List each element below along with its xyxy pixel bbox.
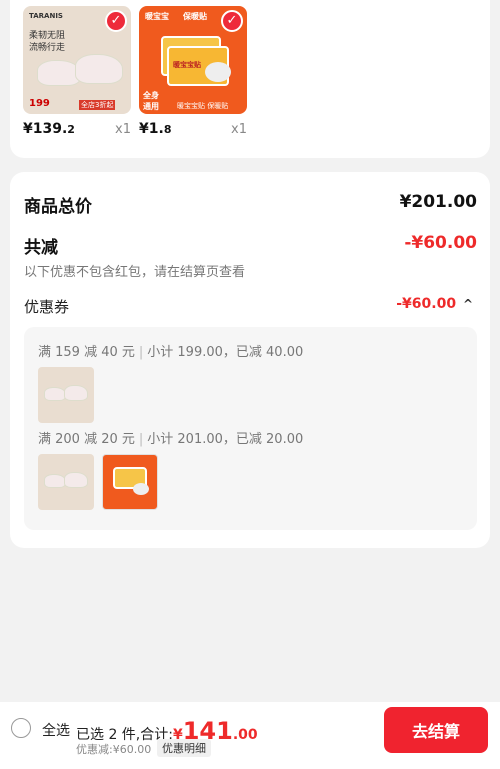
discount-label: 共减 [24, 238, 58, 258]
warmer-disc [205, 62, 231, 82]
warmer-side-1: 全身 [143, 91, 159, 100]
price-decimal: 8 [163, 123, 172, 136]
coupon-rule: 满 200 减 20 元 [38, 432, 135, 447]
coupon-detail: 小计 201.00，已减 20.00 [147, 432, 304, 447]
price-decimal: 2 [67, 123, 75, 136]
product-art-price: 199 [29, 98, 50, 109]
coupon-value: -¥60.00 [396, 296, 457, 312]
selected-check-icon[interactable]: ✓ [105, 10, 127, 32]
product-slogan-2: 流畅行走 [29, 43, 66, 53]
discount-detail-button[interactable]: 优惠明细 [157, 739, 211, 757]
coupon-rule-line: 满 159 减 40 元 | 小计 199.00，已减 40.00 [38, 345, 304, 360]
warmer-disc [133, 483, 149, 495]
coupon-detail-box: 满 159 减 40 元 | 小计 199.00，已减 40.00 满 200 减 … [24, 327, 477, 530]
price-main: ¥139. [23, 121, 68, 137]
shoe-right [64, 385, 88, 401]
coupon-rule: 满 159 减 40 元 [38, 345, 135, 360]
product-image-warmer[interactable]: 暖宝宝 保暖贴 暖宝宝贴 全身 通用 暖宝宝贴 保暖贴 ✓ [139, 6, 247, 114]
chevron-up-icon: ^ [462, 297, 473, 311]
total-price-value: ¥201.00 [399, 192, 477, 212]
total-price-label: 商品总价 [24, 197, 92, 217]
total-decimal: .00 [232, 727, 258, 743]
coupon-product-thumb [38, 367, 94, 423]
coupon-rule-line: 满 200 减 20 元 | 小计 201.00，已减 20.00 [38, 432, 304, 447]
select-all-radio[interactable] [11, 718, 31, 738]
shoe-left [44, 387, 66, 401]
warmer-bottom-tag: 暖宝宝贴 保暖贴 [177, 102, 229, 110]
brand-logo: TARANIS [29, 12, 63, 20]
coupon-product-thumb [102, 454, 158, 510]
discount-value: -¥60.00 [404, 233, 477, 253]
product-qty: x1 [115, 122, 131, 137]
warmer-tag-2: 保暖贴 [183, 12, 207, 21]
checkout-button[interactable]: 去结算 [384, 707, 488, 753]
product-qty: x1 [231, 122, 247, 137]
select-all-label[interactable]: 全选 [42, 720, 70, 740]
shoe-right [75, 54, 123, 84]
price-main: ¥1. [139, 121, 164, 137]
shoe-right [64, 472, 88, 488]
product-price: ¥139.2 [23, 121, 75, 137]
product-price: ¥1.8 [139, 121, 171, 137]
coupon-label: 优惠券 [24, 298, 70, 316]
coupon-detail: 小计 199.00，已减 40.00 [147, 345, 304, 360]
checkout-bar: 全选 已选 2 件,合计:¥141.00 优惠减:¥60.00 优惠明细 去结算 [0, 702, 500, 769]
discount-summary: 优惠减:¥60.00 [76, 743, 152, 756]
coupon-toggle[interactable]: -¥60.00 ^ [396, 296, 473, 312]
cart-items-card: TARANIS 柔韧无阻 流畅行走 199 全店3折起 ✓ 暖宝宝 保暖贴 暖宝… [10, 0, 490, 158]
product-image-shoes[interactable]: TARANIS 柔韧无阻 流畅行走 199 全店3折起 ✓ [23, 6, 131, 114]
discount-note: 以下优惠不包含红包，请在结算页查看 [24, 265, 246, 280]
product-art-tag: 全店3折起 [79, 100, 116, 110]
price-summary-card: 商品总价 ¥201.00 共减 -¥60.00 以下优惠不包含红包，请在结算页查… [10, 172, 490, 548]
warmer-pack-label: 暖宝宝贴 [173, 61, 201, 69]
selected-check-icon[interactable]: ✓ [221, 10, 243, 32]
shoe-left [44, 474, 66, 488]
coupon-product-thumb [38, 454, 94, 510]
warmer-side-2: 通用 [143, 102, 159, 111]
warmer-tag: 暖宝宝 [145, 12, 169, 21]
